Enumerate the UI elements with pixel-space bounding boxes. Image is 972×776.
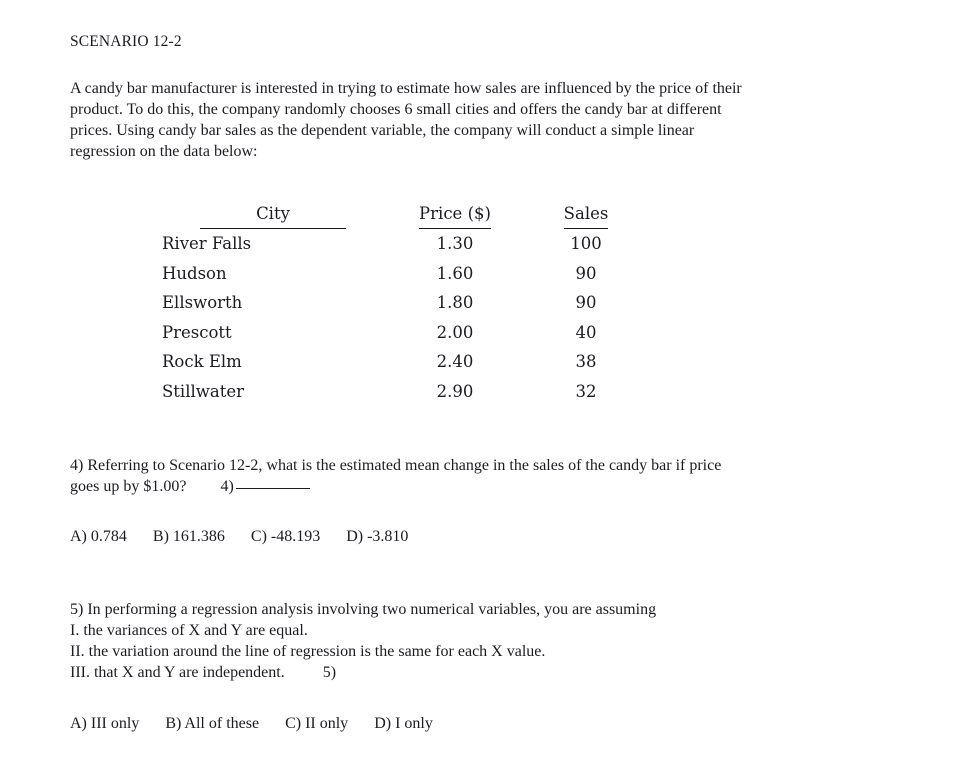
cell-sales: 100 (570, 234, 602, 253)
data-table-wrapper: City Price ($) Sales River Falls 1.30 10… (162, 198, 900, 406)
column-header-city-label: City (200, 201, 346, 229)
intro-line-2: product. To do this, the company randoml… (70, 101, 722, 118)
question-4-answer-blank[interactable] (235, 476, 310, 489)
cell-price: 2.40 (436, 352, 474, 371)
choice-5-b[interactable]: B) All of these (165, 713, 259, 734)
question-5-statement-ii: II. the variation around the line of reg… (70, 643, 546, 660)
column-header-city: City (162, 198, 384, 229)
intro-line-3: prices. Using candy bar sales as the dep… (70, 122, 695, 139)
table-row: Ellsworth 1.80 90 (162, 288, 646, 318)
question-4: 4) Referring to Scenario 12-2, what is t… (70, 455, 900, 497)
cell-sales: 38 (575, 352, 597, 371)
table-header: City Price ($) Sales (162, 198, 646, 229)
question-4-line-1: 4) Referring to Scenario 12-2, what is t… (70, 457, 722, 474)
question-5-choices: A) III only B) All of these C) II only D… (70, 713, 900, 734)
question-5-statement-iii: III. that X and Y are independent. 5) (70, 662, 900, 683)
question-5-statement-iii-text: III. that X and Y are independent. (70, 664, 285, 681)
cell-sales: 40 (575, 322, 597, 342)
cell-city: Stillwater (162, 381, 245, 401)
document-content: SCENARIO 12-2 A candy bar manufacturer i… (70, 32, 900, 734)
choice-5-d[interactable]: D) I only (374, 713, 433, 734)
column-header-sales: Sales (526, 198, 646, 229)
column-header-price-label: Price ($) (419, 201, 491, 229)
candy-bar-data-table: City Price ($) Sales River Falls 1.30 10… (162, 198, 646, 406)
table-row: Stillwater 2.90 32 (162, 377, 646, 407)
scenario-intro-paragraph: A candy bar manufacturer is interested i… (70, 78, 870, 162)
question-5: 5) In performing a regression analysis i… (70, 599, 900, 683)
choice-5-c[interactable]: C) II only (285, 713, 348, 734)
cell-price: 1.60 (436, 263, 474, 283)
question-4-answer-slot[interactable]: 4) (220, 476, 310, 497)
table-body: River Falls 1.30 100 Hudson 1.60 90 Ells… (162, 229, 646, 406)
cell-city: Prescott (162, 322, 232, 342)
cell-price: 2.90 (436, 381, 474, 401)
cell-city: River Falls (162, 234, 252, 253)
scenario-heading: SCENARIO 12-2 (70, 33, 182, 50)
cell-sales: 90 (575, 263, 597, 283)
cell-sales: 32 (575, 381, 597, 401)
table-row: Prescott 2.00 40 (162, 318, 646, 348)
question-4-answer-number: 4) (220, 478, 234, 495)
cell-sales: 90 (575, 293, 597, 312)
cell-city: Ellsworth (162, 293, 243, 312)
cell-price: 1.30 (436, 234, 474, 253)
question-4-line-2: goes up by $1.00? 4) (70, 476, 900, 497)
choice-5-a[interactable]: A) III only (70, 713, 139, 734)
intro-line-4: regression on the data below: (70, 143, 258, 160)
document-page: SCENARIO 12-2 A candy bar manufacturer i… (0, 0, 972, 776)
question-4-choices: A) 0.784 B) 161.386 C) -48.193 D) -3.810 (70, 526, 900, 547)
choice-4-c[interactable]: C) -48.193 (251, 526, 320, 547)
cell-city: Hudson (162, 263, 227, 283)
cell-price: 2.00 (436, 322, 474, 342)
table-row: Hudson 1.60 90 (162, 259, 646, 289)
table-header-row: City Price ($) Sales (162, 198, 646, 229)
table-row: River Falls 1.30 100 (162, 229, 646, 259)
intro-line-1: A candy bar manufacturer is interested i… (70, 80, 742, 97)
question-5-line-1: 5) In performing a regression analysis i… (70, 601, 657, 618)
column-header-sales-label: Sales (563, 201, 609, 229)
table-row: Rock Elm 2.40 38 (162, 347, 646, 377)
choice-4-a[interactable]: A) 0.784 (70, 526, 127, 547)
question-5-answer-slot[interactable]: 5) (323, 662, 336, 683)
question-5-statement-i: I. the variances of X and Y are equal. (70, 622, 308, 639)
cell-city: Rock Elm (162, 352, 242, 371)
question-4-line-2-text: goes up by $1.00? (70, 478, 187, 495)
column-header-price: Price ($) (384, 198, 526, 229)
choice-4-d[interactable]: D) -3.810 (346, 526, 408, 547)
cell-price: 1.80 (436, 293, 474, 312)
question-5-answer-number: 5) (322, 664, 337, 681)
choice-4-b[interactable]: B) 161.386 (153, 526, 225, 547)
